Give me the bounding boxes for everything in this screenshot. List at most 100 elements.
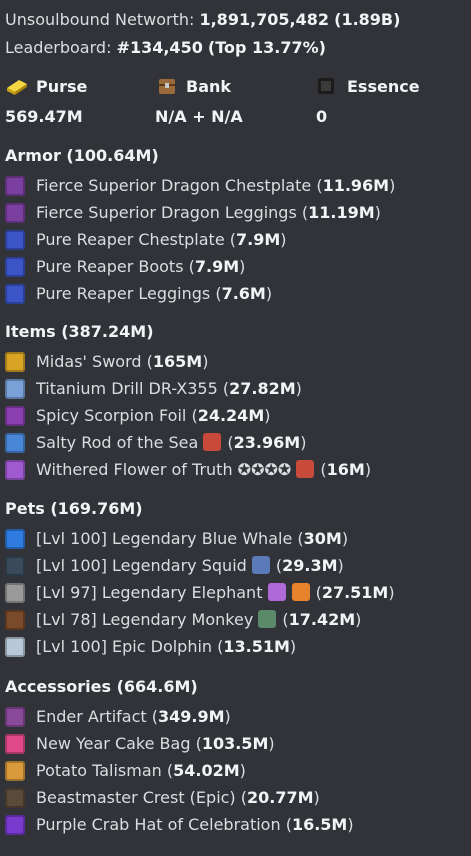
monkey-icon <box>5 610 25 630</box>
leaderboard-top: (Top 13.77%) <box>207 38 326 57</box>
golden-sword-icon <box>5 352 25 372</box>
drill-icon <box>5 379 25 399</box>
pets-item-text: [Lvl 100] Epic Dolphin (13.51M) <box>36 636 296 658</box>
items-item-text: Withered Flower of Truth ✪✪✪✪ (16M) <box>36 459 371 481</box>
fishing-rod-icon <box>5 433 25 453</box>
item-value: 11.96M <box>322 176 390 195</box>
items-item-text: Salty Rod of the Sea (23.96M) <box>36 432 306 454</box>
paren-close: ) <box>341 529 349 548</box>
carrot-icon <box>291 583 310 601</box>
items-item-text: Spicy Scorpion Foil (24.24M) <box>36 405 270 427</box>
item-name: Withered Flower of Truth ✪✪✪✪ <box>36 460 297 479</box>
cake-bag-icon <box>5 734 25 754</box>
elephant-icon <box>5 583 25 603</box>
item-value: 54.02M <box>173 761 240 780</box>
item-value: 23.96M <box>233 433 301 452</box>
paren-close: ) <box>280 230 287 249</box>
item-value: 7.9M <box>194 257 240 276</box>
squid-item-icon <box>251 556 270 574</box>
pets-item-text: [Lvl 97] Legendary Elephant (27.51M) <box>36 582 395 604</box>
paren-close: ) <box>313 788 320 807</box>
armor-item-text: Pure Reaper Leggings (7.6M) <box>36 283 272 305</box>
armor-item-text: Pure Reaper Chestplate (7.9M) <box>36 229 287 251</box>
beastmaster-crest-icon <box>5 788 25 808</box>
gold-ingot-icon <box>7 80 27 95</box>
item-value: 16M <box>326 460 365 479</box>
item-value: 27.51M <box>321 583 389 602</box>
bank-value: N/A + N/A <box>155 107 243 126</box>
leaderboard-rank: #134,450 <box>116 38 203 57</box>
accessories-item-text: Ender Artifact (349.9M) <box>36 706 231 728</box>
paren-close: ) <box>364 460 372 479</box>
purse-label: Purse <box>36 77 88 96</box>
items-item-text: Titanium Drill DR-X355 (27.82M) <box>36 378 302 400</box>
pets-item-text: [Lvl 100] Legendary Blue Whale (30M) <box>36 528 348 550</box>
item-value: 29.3M <box>282 556 338 575</box>
item-name: Midas' Sword <box>36 352 147 371</box>
essence-value: 0 <box>316 107 328 126</box>
squid-icon <box>5 556 25 576</box>
ender-artifact-icon <box>5 707 25 727</box>
accessories-item-text: Purple Crab Hat of Celebration (16.5M) <box>36 814 354 836</box>
item-name: New Year Cake Bag <box>36 734 196 753</box>
pets-item-text: [Lvl 78] Legendary Monkey (17.42M) <box>36 609 361 631</box>
purse-value: 569.47M <box>5 107 83 126</box>
monkey-item-icon <box>258 610 277 628</box>
item-value: 349.9M <box>158 707 225 726</box>
item-name: Fierce Superior Dragon Chestplate <box>36 176 317 195</box>
paren-close: ) <box>295 379 302 398</box>
paren-close: ) <box>265 284 273 303</box>
networth-label: Unsoulbound Networth: <box>5 10 195 29</box>
item-value: 30M <box>303 529 342 548</box>
item-name: Pure Reaper Chestplate <box>36 230 230 249</box>
paren-close: ) <box>224 707 231 726</box>
item-name: Spicy Scorpion Foil <box>36 406 192 425</box>
item-value: 103.5M <box>201 734 269 753</box>
items-item-text: Midas' Sword (165M) <box>36 351 208 373</box>
item-name: [Lvl 100] Legendary Squid <box>36 556 252 575</box>
wither-shield-icon <box>296 460 315 478</box>
armor-item-text: Fierce Superior Dragon Chestplate (11.96… <box>36 175 395 197</box>
flower-of-truth-icon <box>5 460 25 480</box>
item-value: 24.24M <box>197 406 265 425</box>
item-name: [Lvl 97] Legendary Elephant <box>36 583 268 602</box>
paren-close: ) <box>374 203 381 222</box>
paren-close: ) <box>202 352 209 371</box>
pets-item-text: [Lvl 100] Legendary Squid (29.3M) <box>36 555 344 577</box>
dolphin-icon <box>5 637 25 657</box>
paren-close: ) <box>347 815 354 834</box>
scorpion-foil-icon <box>5 406 25 426</box>
item-value: 27.82M <box>229 379 296 398</box>
item-name: Purple Crab Hat of Celebration <box>36 815 286 834</box>
accessories-item-text: Potato Talisman (54.02M) <box>36 760 246 782</box>
armor-item-text: Pure Reaper Boots (7.9M) <box>36 256 245 278</box>
networth-line: Unsoulbound Networth: 1,891,705,482 (1.8… <box>5 9 400 31</box>
item-value: 11.19M <box>308 203 375 222</box>
accessories-section-title: Accessories (664.6M) <box>5 677 198 696</box>
item-name: [Lvl 100] Epic Dolphin <box>36 637 218 656</box>
leaderboard-label: Leaderboard: <box>5 38 112 57</box>
dragon-chestplate-icon <box>5 176 25 196</box>
armor-item-text: Fierce Superior Dragon Leggings (11.19M) <box>36 202 381 224</box>
item-name: Fierce Superior Dragon Leggings <box>36 203 302 222</box>
item-value: 7.6M <box>221 284 266 303</box>
paren-close: ) <box>388 583 395 602</box>
items-section-title: Items (387.24M) <box>5 322 154 341</box>
armor-section-title: Armor (100.64M) <box>5 146 159 165</box>
paren-close: ) <box>264 406 271 425</box>
item-name: Salty Rod of the Sea <box>36 433 204 452</box>
item-value: 13.51M <box>223 637 290 656</box>
item-name: Pure Reaper Boots <box>36 257 189 276</box>
reaper-chestplate-icon <box>5 230 25 250</box>
item-name: Pure Reaper Leggings <box>36 284 216 303</box>
crab-hat-icon <box>5 815 25 835</box>
accessories-item-text: Beastmaster Crest (Epic) (20.77M) <box>36 787 320 809</box>
accessories-item-text: New Year Cake Bag (103.5M) <box>36 733 275 755</box>
reaper-boots-icon <box>5 257 25 277</box>
chest-icon <box>159 79 175 94</box>
dragon-leggings-icon <box>5 203 25 223</box>
enchanted-book-icon <box>203 433 222 451</box>
networth-value: 1,891,705,482 <box>199 10 330 29</box>
reaper-leggings-icon <box>5 284 25 304</box>
item-name: [Lvl 78] Legendary Monkey <box>36 610 259 629</box>
